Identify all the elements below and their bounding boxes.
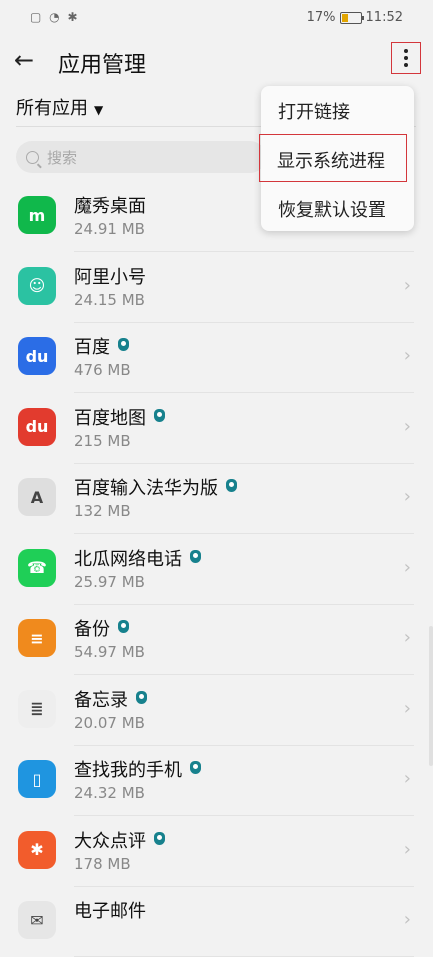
memo-icon: ≣ [18,689,56,728]
chevron-right-icon: › [403,486,411,507]
chevron-right-icon: › [403,274,411,296]
chevron-right-icon: › [403,838,411,860]
app-name-text: 百度输入法华为版 [74,478,218,499]
app-name-text: 备份 [74,619,110,640]
search-input[interactable]: 搜索 [16,141,266,173]
list-item[interactable]: ☎ 北瓜网络电话 25.97 MB › [0,535,433,605]
app-name-text: 大众点评 [74,830,146,852]
app-size: 24.32 MB [74,784,145,802]
app-size: 54.97 MB [74,643,145,661]
scrollbar[interactable] [429,626,433,766]
list-item[interactable]: ✉ 电子邮件 › [0,887,433,957]
chevron-right-icon: › [403,768,411,789]
clock: 11:52 [365,10,403,25]
search-icon [26,150,39,164]
list-item[interactable]: ▯ 查找我的手机 24.32 MB › [0,746,433,816]
list-item[interactable]: ✱ 大众点评 178 MB › [0,817,433,887]
app-name: 电子邮件 [74,897,146,923]
backup-icon: ≡ [18,619,56,657]
battery-percent: 17% [306,10,336,25]
menu-item-label: 恢复默认设置 [278,200,386,221]
verified-shield-icon [154,408,165,422]
app-size: 215 MB [74,431,131,450]
chevron-right-icon: › [403,415,411,437]
verified-shield-icon [136,690,147,704]
verified-shield-icon [226,479,237,492]
status-icons: ▢ ◔ ✱ [30,10,80,24]
moxiu-icon: m [18,196,56,234]
app-size: 132 MB [74,502,131,520]
verified-shield-icon [190,549,201,563]
chevron-right-icon: › [403,909,411,930]
app-name: 魔秀桌面 [74,192,146,218]
chevron-right-icon: › [403,627,411,648]
menu-item[interactable]: 打开链接 [261,86,414,134]
app-name-text: 查找我的手机 [74,760,182,781]
menu-item[interactable]: 恢复默认设置 [261,184,414,232]
app-name-text: 备忘录 [74,689,128,711]
alixiaohao-icon: ☺ [18,266,56,305]
app-size: 24.91 MB [74,220,145,238]
filter-label: 所有应用 [16,98,88,119]
chevron-right-icon: › [403,345,411,366]
status-bar: ▢ ◔ ✱ 17% 11:52 [0,0,433,36]
app-name-text: 北瓜网络电话 [74,548,182,570]
app-name: 百度地图 [74,404,165,430]
chevron-right-icon: › [403,697,411,719]
battery-icon [339,11,364,24]
app-name: 查找我的手机 [74,756,201,782]
menu-item-label: 打开链接 [278,102,350,123]
page-title: 应用管理 [58,53,147,78]
app-size: 24.15 MB [74,290,145,309]
more-options-button[interactable] [391,42,421,74]
search-placeholder: 搜索 [47,148,78,167]
verified-shield-icon [190,761,201,774]
list-item[interactable]: ≡ 备份 54.97 MB › [0,605,433,675]
app-name-text: 百度 [74,337,110,358]
app-name-text: 阿里小号 [74,266,146,288]
baidu-map-icon: du [18,407,56,446]
list-item[interactable]: ☺ 阿里小号 24.15 MB › [0,253,433,323]
caret-down-icon: ▼ [94,103,104,117]
overflow-menu: 打开链接显示系统进程 恢复默认设置 [259,86,414,232]
app-bar: ← 应用管理 [0,36,433,88]
app-name-text: 百度地图 [74,407,146,429]
app-size: 20.07 MB [74,713,145,732]
chevron-right-icon: › [403,556,411,578]
app-name-text: 电子邮件 [74,901,146,922]
menu-item[interactable]: 显示系统进程 [259,134,407,182]
baidu-input-icon: A [18,478,56,516]
status-right: 17% 11:52 [307,10,403,25]
list-item[interactable]: ≣ 备忘录 20.07 MB › [0,676,433,746]
app-name: 大众点评 [74,827,165,853]
phone-icon: ☎ [18,548,56,587]
app-name: 阿里小号 [74,263,146,289]
verified-shield-icon [154,831,165,845]
list-item[interactable]: A 百度输入法华为版 132 MB › [0,464,433,534]
baidu-icon: du [18,337,56,375]
verified-shield-icon [118,620,129,633]
app-name-text: 魔秀桌面 [74,196,146,217]
find-phone-icon: ▯ [18,760,56,798]
app-name: 北瓜网络电话 [74,545,201,571]
app-filter-dropdown[interactable]: 所有应用 ▼ [16,94,103,120]
app-size: 178 MB [74,854,131,873]
list-item[interactable]: du 百度 476 MB › [0,323,433,393]
back-arrow-icon[interactable]: ← [14,46,34,74]
app-name: 备份 [74,615,129,641]
app-size: 476 MB [74,361,131,379]
app-size: 25.97 MB [74,572,145,591]
verified-shield-icon [118,338,129,351]
dianping-icon: ✱ [18,830,56,869]
app-name: 百度 [74,333,129,359]
email-icon: ✉ [18,901,56,939]
app-name: 百度输入法华为版 [74,474,237,500]
list-item[interactable]: du 百度地图 215 MB › [0,394,433,464]
menu-item-label: 显示系统进程 [277,151,385,172]
app-name: 备忘录 [74,686,147,712]
